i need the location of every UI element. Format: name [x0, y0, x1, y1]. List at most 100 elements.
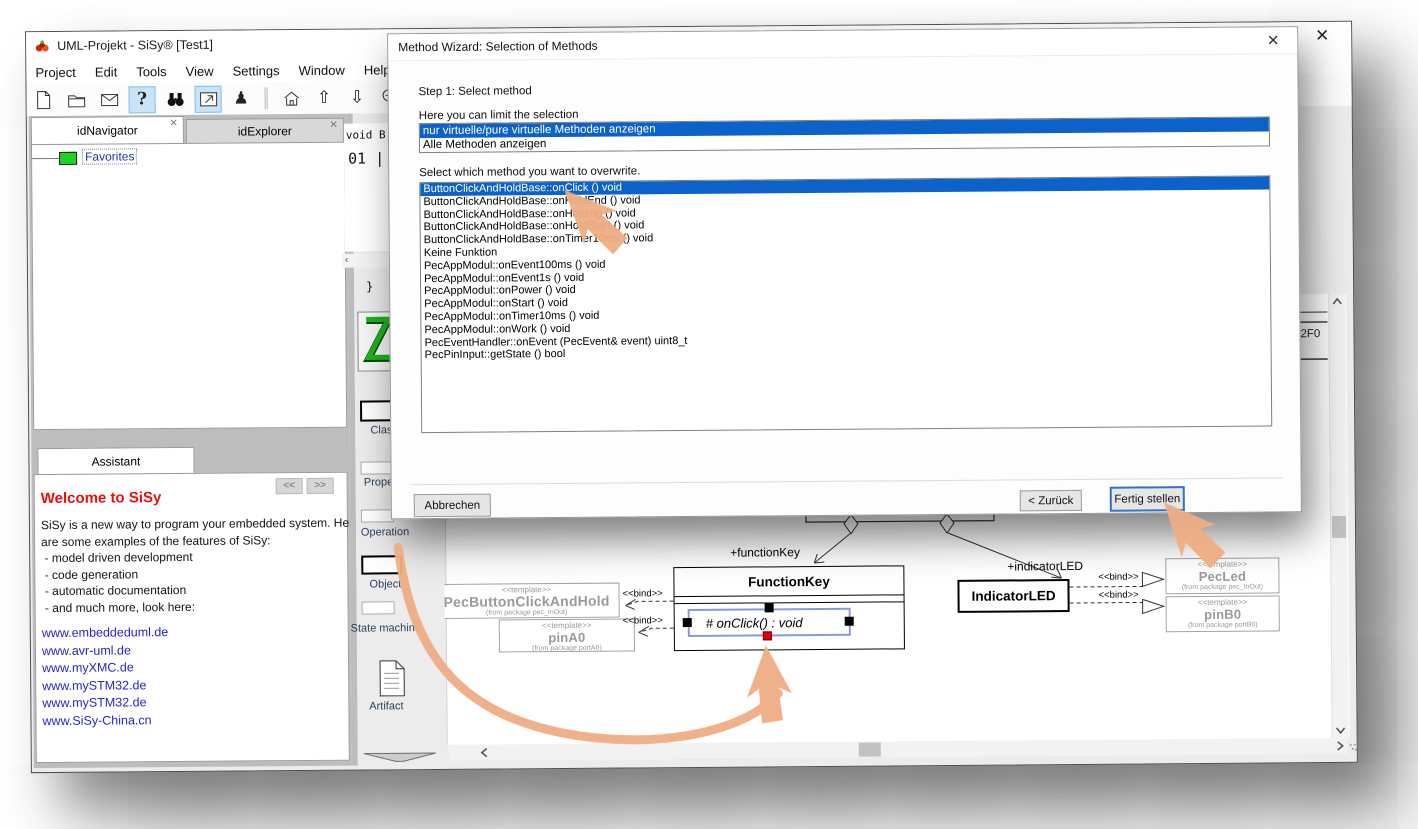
bind-label: <<bind>> [1098, 571, 1138, 582]
scroll-left-icon[interactable]: ‹ [345, 255, 348, 266]
screenshot-scene: UML-Projekt - SiSy® [Test1] ✕ Project Edi… [0, 0, 1418, 829]
navigator-tree[interactable]: Favorites [31, 142, 347, 430]
home-icon[interactable] [278, 85, 305, 112]
dialog-title: Method Wizard: Selection of Methods [398, 39, 598, 55]
template-name: PecButtonClickAndHold [435, 595, 619, 609]
tab-label: Assistant [92, 454, 141, 468]
selection-handle[interactable] [845, 617, 854, 626]
class-box-indicatorled[interactable]: IndicatorLED [957, 579, 1069, 613]
template-box-pina0[interactable]: <<template>> pinA0 (from package portA0) [499, 618, 635, 652]
object-tool-icon[interactable] [361, 555, 402, 574]
toolbox-label-state-machine[interactable]: State machine [331, 622, 441, 635]
favorites-node-icon[interactable] [59, 152, 77, 165]
mail-icon[interactable] [96, 86, 123, 113]
scroll-up-icon[interactable] [1332, 298, 1342, 306]
close-tab-icon[interactable]: ✕ [169, 118, 177, 129]
menu-item[interactable]: Settings [233, 63, 280, 78]
vertical-scrollbar[interactable] [1328, 294, 1348, 738]
selection-handle[interactable] [683, 618, 692, 627]
method-wizard-dialog: Method Wizard: Selection of Methods ✕ St… [387, 26, 1302, 519]
assistant-link[interactable]: www.myXMC.de [42, 659, 169, 677]
menu-item[interactable]: View [186, 63, 214, 78]
toolbox-label-object[interactable]: Object [330, 578, 440, 591]
bind-label: <<bind>> [1099, 589, 1139, 600]
tab-assistant[interactable]: Assistant [37, 447, 194, 474]
role-label-indicatorled: +indicatorLED [1007, 559, 1083, 574]
assistant-link[interactable]: www.mySTM32.de [42, 677, 169, 695]
assistant-text-line: - and much more, look here: [42, 597, 361, 616]
window-resize-icon[interactable] [195, 85, 222, 112]
new-document-icon[interactable] [30, 86, 57, 113]
scroll-left-icon[interactable] [481, 748, 489, 758]
tab-idexplorer[interactable]: idExplorer ✕ [186, 118, 344, 143]
template-name: PecLed [1166, 569, 1278, 583]
dialog-separator [412, 477, 1283, 485]
back-button[interactable]: < Zurück [1020, 490, 1082, 511]
filter-listbox: nur virtuelle/pure virtuelle Methoden an… [419, 116, 1270, 153]
toolbox-label-artifact[interactable]: Artifact [331, 700, 441, 713]
state-machine-tool-icon[interactable] [362, 601, 395, 614]
vertical-scroll-thumb[interactable] [1332, 516, 1346, 538]
open-folder-icon[interactable] [63, 86, 90, 113]
tree-item-favorites[interactable]: Favorites [82, 148, 137, 164]
operation-tool-icon[interactable] [361, 509, 394, 522]
assistant-link[interactable]: www.mySTM32.de [42, 694, 169, 712]
assistant-links: www.embeddeduml.dewww.avr-uml.dewww.myXM… [42, 624, 169, 730]
scroll-right-icon[interactable] [1336, 741, 1344, 751]
app-icon [34, 38, 50, 54]
toolbox-collapse-button[interactable] [364, 749, 436, 760]
horizontal-scroll-thumb[interactable] [859, 743, 881, 757]
pawn-icon[interactable]: ♟ [228, 85, 255, 112]
close-tab-icon[interactable]: ✕ [329, 120, 337, 131]
package-label: (from package portA0) [500, 643, 634, 653]
scroll-down-icon[interactable] [1336, 726, 1346, 734]
tab-idnavigator[interactable]: idNavigator ✕ [31, 116, 184, 144]
assistant-text: SiSy is a new way to program your embedd… [41, 515, 361, 617]
class-name: IndicatorLED [971, 588, 1055, 604]
class-name: FunctionKey [674, 566, 903, 597]
template-name: pinB0 [1167, 607, 1279, 621]
navigate-up-icon[interactable]: ⇧ [311, 84, 338, 111]
template-box-pecbuttonclickandhold[interactable]: <<template>> PecButtonClickAndHold (from… [433, 583, 619, 619]
menu-item[interactable]: Edit [95, 64, 118, 79]
assistant-link[interactable]: www.avr-uml.de [42, 642, 169, 660]
dialog-close-icon[interactable]: ✕ [1262, 32, 1284, 50]
resize-grip[interactable] [1349, 741, 1357, 753]
tab-label: idExplorer [238, 124, 292, 138]
cancel-button[interactable]: Abbrechen [414, 494, 491, 518]
selection-handle[interactable] [765, 603, 774, 612]
template-box-pinb0[interactable]: <<template>> pinB0 (from package portB0) [1166, 595, 1280, 632]
search-binoculars-icon[interactable] [162, 85, 189, 112]
finish-button[interactable]: Fertig stellen [1110, 486, 1185, 512]
attributes-compartment [675, 595, 904, 604]
bind-label: <<bind>> [622, 588, 662, 599]
artifact-tool-icon[interactable] [378, 659, 406, 702]
toolbox-label-operation[interactable]: Operation [330, 526, 440, 539]
help-icon[interactable]: ? [129, 86, 156, 113]
methods-listbox: ButtonClickAndHoldBase::onClick () voidB… [419, 175, 1272, 433]
template-box-pecled[interactable]: <<template>> PecLed (from package pec_In… [1165, 557, 1279, 594]
window-title: UML-Projekt - SiSy® [Test1] [57, 38, 213, 53]
code-brace: } [366, 279, 373, 293]
left-panel: idNavigator ✕ idExplorer ✕ Favorites Ass… [29, 114, 352, 768]
dialog-title-bar[interactable]: Method Wizard: Selection of Methods [388, 27, 1297, 61]
limit-label: Here you can limit the selection [419, 109, 579, 122]
navigate-down-icon[interactable]: ⇩ [344, 84, 371, 111]
package-label: (from package pec_InOut) [1166, 582, 1278, 592]
menu-item[interactable]: Project [35, 64, 76, 79]
menu-item[interactable]: Window [299, 62, 345, 77]
assistant-text-line: SiSy is a new way to program your embedd… [41, 515, 360, 534]
role-label-functionkey: +functionKey [730, 545, 800, 560]
assistant-link[interactable]: www.embeddeduml.de [42, 624, 169, 642]
assistant-link[interactable]: www.SiSy-China.cn [42, 712, 169, 730]
assistant-title: Welcome to SiSy [41, 489, 162, 507]
property-tool-icon[interactable] [360, 461, 393, 474]
select-label: Select which method you want to overwrit… [419, 165, 640, 179]
window-close-icon[interactable]: ✕ [1307, 25, 1337, 47]
assistant-back-button[interactable]: << [276, 478, 303, 494]
step-label: Step 1: Select method [419, 85, 532, 98]
selection-handle-red[interactable] [763, 631, 772, 640]
tree-branch-line [32, 158, 60, 159]
template-name: pinA0 [500, 630, 634, 644]
menu-item[interactable]: Tools [136, 64, 166, 79]
